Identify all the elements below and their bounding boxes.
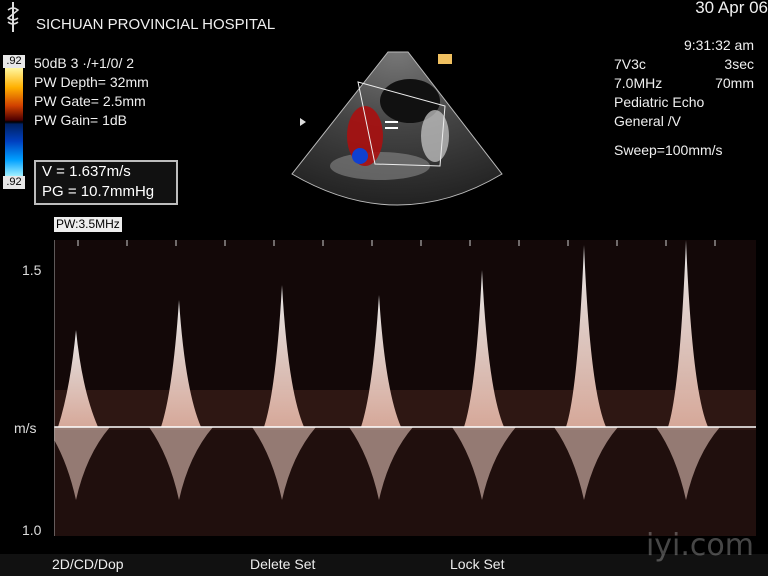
lock-set-button[interactable]: Lock Set: [450, 556, 504, 572]
param-gain-line: 50dB 3 ·/+1/0/ 2: [34, 55, 135, 71]
probe-name: 7V3c: [614, 56, 646, 72]
pw-frequency-label: PW:3.5MHz: [54, 217, 122, 232]
gradient-value: PG = 10.7mmHg: [42, 183, 155, 200]
acquisition-params: 50dB 3 ·/+1/0/ 2 PW Depth= 32mm PW Gate=…: [34, 55, 149, 131]
colorbar-top-label: .92: [3, 55, 25, 68]
watermark: iyi.com: [645, 528, 754, 563]
scale-bottom-label: 1.0: [22, 522, 42, 538]
mode-softkey[interactable]: 2D/CD/Dop: [52, 556, 124, 572]
probe-frequency: 7.0MHz: [614, 75, 663, 91]
param-pw-depth: PW Depth= 32mm: [34, 74, 149, 90]
sector-image: [291, 51, 503, 206]
delete-set-button[interactable]: Delete Set: [250, 556, 315, 572]
system-info: 9:31:32 am 7V3c 3sec 7.0MHz 70mm Pediatric…: [614, 37, 754, 161]
scale-unit-label: m/s: [14, 420, 37, 436]
clock-time: 9:31:32 am: [683, 37, 754, 53]
scale-top-label: 1.5: [22, 262, 42, 278]
mode-name: General /V: [614, 113, 681, 129]
sweep-speed: Sweep=100mm/s: [614, 142, 723, 158]
hospital-logo-icon: [6, 2, 20, 32]
preset-name: Pediatric Echo: [614, 94, 705, 110]
colorbar-bottom-label: .92: [3, 176, 25, 189]
focus-marker-icon: [300, 118, 306, 126]
hospital-name: SICHUAN PROVINCIAL HOSPITAL: [36, 16, 276, 33]
persistence: 3sec: [724, 56, 754, 72]
param-pw-gate: PW Gate= 2.5mm: [34, 93, 146, 109]
colorbar-gradient: [5, 68, 23, 176]
exam-date: 30 Apr 06: [695, 0, 768, 17]
color-velocity-bar: .92 .92: [3, 55, 25, 189]
doppler-spectrum: [54, 240, 756, 536]
velocity-value: V = 1.637m/s: [42, 163, 131, 180]
param-pw-gain: PW Gain= 1dB: [34, 112, 127, 128]
probe-orientation-marker: [438, 54, 452, 64]
measurement-box: V = 1.637m/s PG = 10.7mmHg: [34, 160, 178, 205]
image-depth: 70mm: [715, 75, 754, 91]
